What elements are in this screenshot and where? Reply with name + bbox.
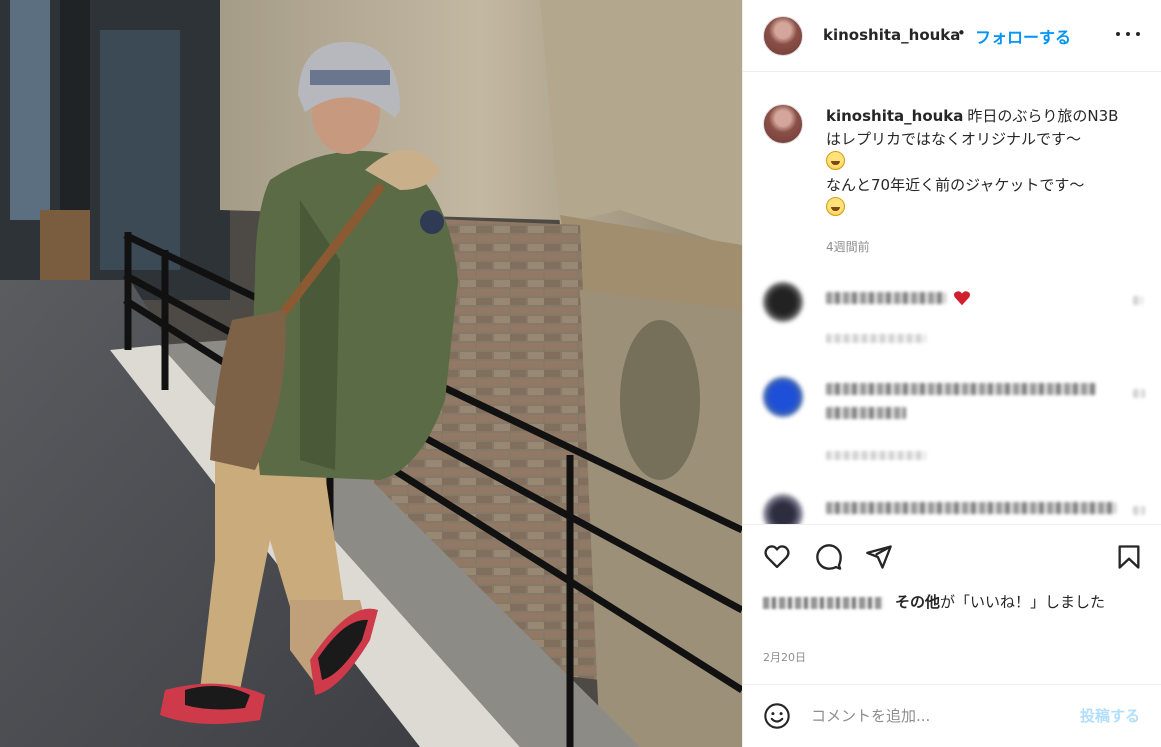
heart-icon[interactable] [763, 543, 791, 571]
post-photo[interactable] [0, 0, 742, 747]
comment-input[interactable] [811, 703, 1061, 729]
comment-meta-redacted [826, 451, 926, 460]
comment-avatar[interactable] [763, 494, 803, 524]
likes-others-link[interactable]: その他 [895, 593, 940, 611]
author-username[interactable]: kinoshita_houka [823, 26, 960, 44]
comment-avatar[interactable] [763, 282, 803, 322]
comment-meta-redacted [826, 334, 926, 343]
comment-text-redacted [826, 407, 906, 419]
caption-line-1: 昨日のぶらり旅のN3B [967, 107, 1119, 125]
comments-list[interactable]: kinoshita_houka 昨日のぶらり旅のN3B はレプリカではなくオリジナ… [743, 72, 1161, 524]
bookmark-icon[interactable] [1115, 543, 1143, 571]
post-photo-illustration [0, 0, 742, 747]
comment-text-redacted [826, 292, 946, 304]
comment-like-redacted [1133, 389, 1145, 398]
caption-username[interactable]: kinoshita_houka [826, 107, 963, 125]
comment-text-redacted [826, 383, 1096, 395]
caption-avatar[interactable] [763, 104, 803, 144]
paper-plane-icon[interactable] [865, 543, 893, 571]
more-options-icon[interactable] [1116, 22, 1140, 46]
comment-text-redacted [826, 502, 1116, 514]
post-date: 2月20日 [763, 651, 806, 664]
post-header: kinoshita_houka • フォローする [743, 0, 1161, 72]
caption-time: 4週間前 [826, 240, 870, 254]
comment-icon[interactable] [815, 543, 843, 571]
grinning-sweat-emoji-icon [826, 151, 845, 170]
grimacing-emoji-icon [826, 197, 845, 216]
comment-avatar[interactable] [763, 377, 803, 417]
more-dot [1116, 32, 1120, 36]
action-bar [743, 524, 1161, 588]
comment-like-redacted [1133, 506, 1145, 515]
likes-suffix: が「いいね！」しました [940, 593, 1106, 611]
follow-button[interactable]: フォローする [975, 24, 1071, 48]
liker-name-redacted[interactable] [763, 596, 883, 609]
likes-summary: その他が「いいね！」しました [763, 591, 1143, 614]
caption-line-3: なんと70年近く前のジャケットです～ [826, 176, 1085, 194]
comment-like-redacted [1133, 296, 1143, 305]
caption-text: kinoshita_houka 昨日のぶらり旅のN3B はレプリカではなくオリジナ… [826, 105, 1146, 220]
emoji-smile-icon[interactable] [763, 702, 791, 730]
separator-dot: • [957, 24, 966, 42]
more-dot [1126, 32, 1130, 36]
comment-box: 投稿する [743, 684, 1161, 747]
author-avatar[interactable] [763, 16, 803, 56]
more-dot [1136, 32, 1140, 36]
post-sidebar: kinoshita_houka • フォローする kinoshita_houka… [742, 0, 1161, 747]
post-comment-button[interactable]: 投稿する [1080, 705, 1140, 726]
caption-line-2: はレプリカではなくオリジナルです～ [826, 130, 1082, 148]
red-heart-emoji-icon [954, 291, 970, 306]
